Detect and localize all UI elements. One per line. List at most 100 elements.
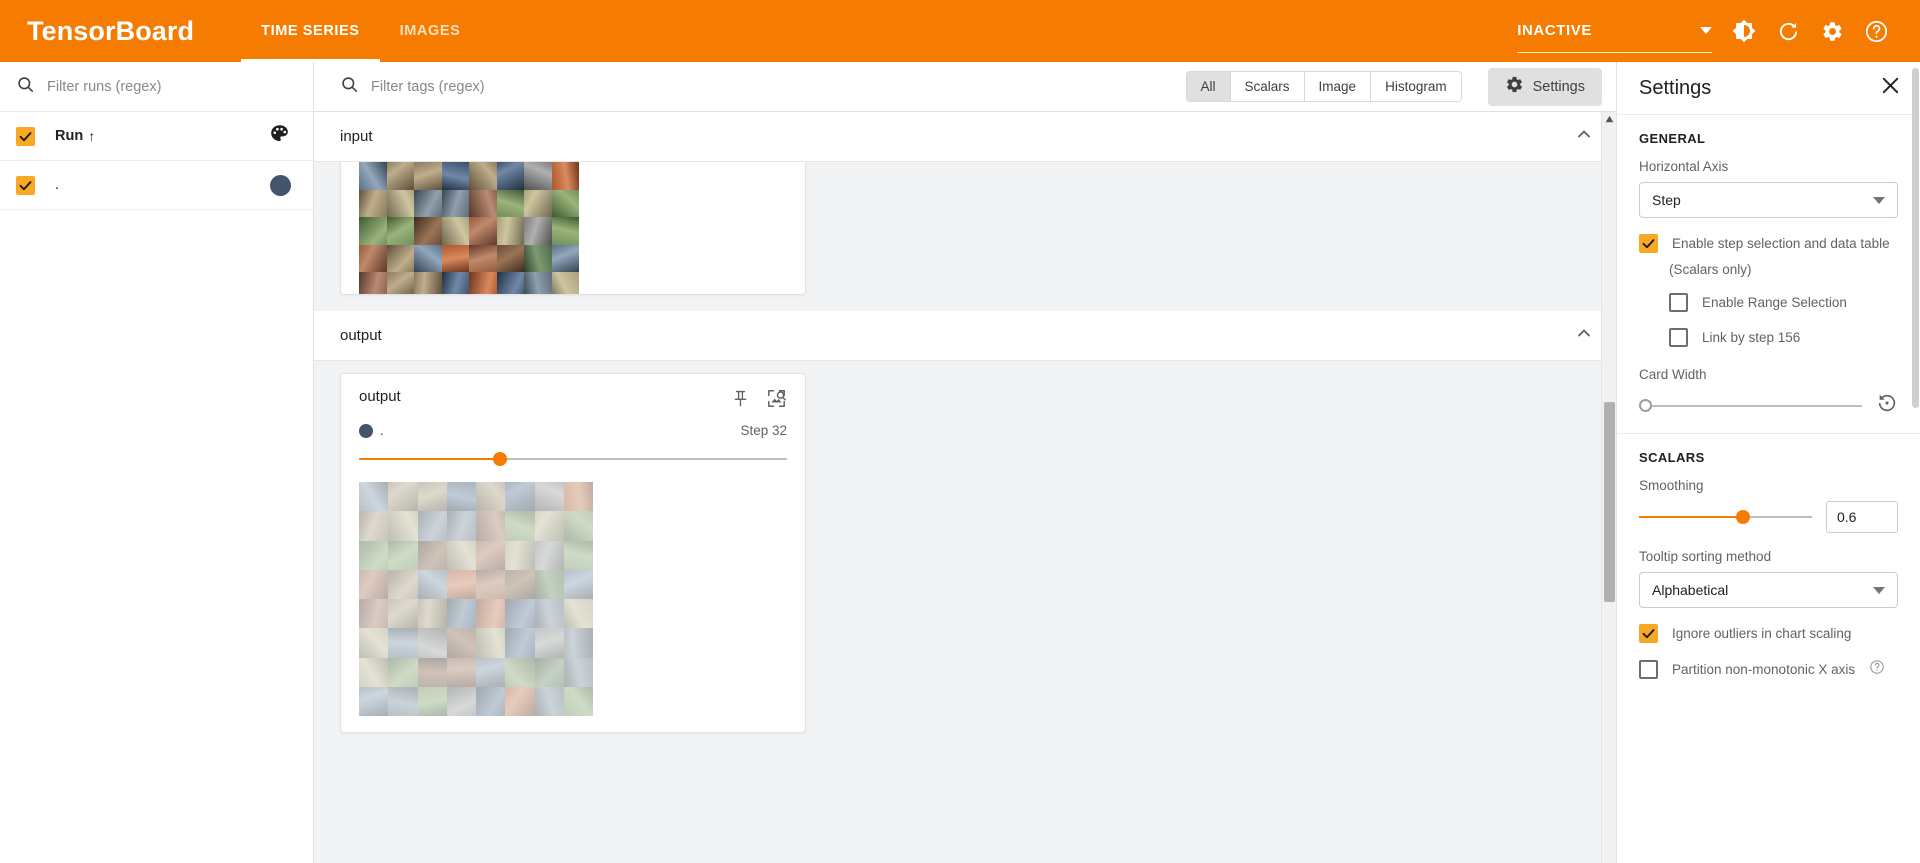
list-item[interactable]: . [0,161,313,210]
image-thumbnail [563,599,593,629]
settings-scrollbar-thumb[interactable] [1912,68,1919,408]
cards-scroll-area: input output output . Step 32 [314,112,1616,863]
link-by-step-row[interactable]: Link by step 156 [1669,328,1898,347]
card-width-slider[interactable] [1639,398,1862,413]
caret-down-icon[interactable] [1700,26,1712,34]
run-filter-placeholder[interactable]: Filter runs (regex) [47,79,161,95]
image-thumbnail [414,217,442,245]
run-color-dot [359,423,373,438]
image-thumbnail [414,272,442,294]
ignore-outliers-row[interactable]: Ignore outliers in chart scaling [1639,624,1898,643]
settings-button[interactable]: Settings [1487,67,1602,106]
output-image-grid[interactable] [359,482,593,716]
card-header: output [359,388,787,414]
image-thumbnail [524,272,552,294]
enable-step-selection-checkbox[interactable] [1639,234,1658,253]
toggle-all[interactable]: All [1186,72,1231,101]
chevron-up-icon[interactable] [1574,124,1594,149]
top-bar-actions: INACTIVE [1517,9,1920,53]
group-header-output[interactable]: output [314,311,1616,360]
chevron-down-icon [1873,586,1885,594]
top-app-bar: TensorBoard TIME SERIES IMAGES INACTIVE [0,0,1920,62]
image-thumbnail [496,244,524,272]
main-scrollbar[interactable] [1601,112,1616,863]
image-thumbnail [417,628,447,658]
image-thumbnail [417,540,447,570]
card-run-name: . [380,423,384,438]
close-icon[interactable] [1879,74,1902,102]
settings-panel: Settings GENERAL Horizontal Axis Step En… [1616,62,1920,863]
color-palette-icon[interactable] [269,123,290,149]
restore-icon[interactable] [1876,392,1898,419]
image-thumbnail [388,628,418,658]
image-thumbnail [359,272,387,294]
pin-icon[interactable] [731,389,750,413]
settings-gear-icon [1505,75,1524,98]
image-thumbnail [551,272,579,294]
tooltip-sort-select[interactable]: Alphabetical [1639,572,1898,608]
smoothing-row: 0.6 [1639,501,1898,533]
image-thumbnail [505,569,535,599]
settings-scrollbar[interactable] [1911,62,1920,863]
group-header-input[interactable]: input [314,112,1616,161]
tab-time-series[interactable]: TIME SERIES [241,0,381,62]
toggle-histogram[interactable]: Histogram [1371,72,1461,101]
help-icon[interactable] [1854,9,1898,53]
tensorboard-app: TensorBoard TIME SERIES IMAGES INACTIVE [0,0,1920,863]
image-thumbnail [469,189,497,217]
help-circle-icon[interactable] [1869,659,1885,680]
toggle-image[interactable]: Image [1304,72,1372,101]
run-column-header[interactable]: Run ↑ [55,128,95,144]
tab-images[interactable]: IMAGES [380,0,481,62]
search-icon [16,75,35,99]
input-image-grid[interactable] [359,162,579,294]
image-thumbnail [417,482,447,512]
reload-status[interactable]: INACTIVE [1517,22,1712,53]
refresh-icon[interactable] [1766,9,1810,53]
image-thumbnail [476,540,506,570]
image-thumbnail [476,569,506,599]
image-thumbnail [505,540,535,570]
partition-x-axis-checkbox[interactable] [1639,660,1658,679]
settings-gear-icon[interactable] [1810,9,1854,53]
scroll-up-arrow-icon[interactable] [1602,112,1616,127]
tag-toolbar: Filter tags (regex) All Scalars Image Hi… [314,62,1616,112]
select-all-runs-checkbox[interactable] [16,126,35,146]
run-checkbox[interactable] [16,175,35,195]
smoothing-input[interactable]: 0.6 [1826,501,1898,533]
image-thumbnail [414,189,442,217]
smoothing-thumb[interactable] [1735,510,1750,524]
image-card-input [340,162,806,295]
toggle-scalars[interactable]: Scalars [1230,72,1305,101]
link-by-step-checkbox[interactable] [1669,328,1688,347]
ignore-outliers-checkbox[interactable] [1639,624,1658,643]
image-thumbnail [359,686,389,716]
brightness-icon[interactable] [1722,9,1766,53]
partition-x-axis-row[interactable]: Partition non-monotonic X axis [1639,659,1898,680]
smoothing-slider[interactable] [1639,510,1812,524]
step-slider-thumb[interactable] [493,452,508,466]
card-run: . [359,423,384,438]
settings-panel-title: Settings [1639,76,1712,99]
enable-range-selection-row[interactable]: Enable Range Selection [1669,293,1898,312]
run-name: . [55,177,60,193]
card-width-thumb[interactable] [1639,398,1652,412]
chevron-up-icon[interactable] [1574,323,1594,348]
enable-step-selection-row[interactable]: Enable step selection and data table [1639,234,1898,253]
image-thumbnail [534,657,564,687]
run-color-dot[interactable] [270,174,291,196]
image-thumbnail [563,511,593,541]
step-slider[interactable] [359,452,787,466]
horizontal-axis-select[interactable]: Step [1639,182,1898,218]
image-search-icon[interactable] [766,388,787,414]
image-thumbnail [524,217,552,245]
image-thumbnail [551,162,579,190]
tag-filter-placeholder[interactable]: Filter tags (regex) [371,79,485,95]
image-thumbnail [446,482,476,512]
enable-range-selection-checkbox[interactable] [1669,293,1688,312]
main-scrollbar-thumb[interactable] [1604,402,1615,602]
run-table-header: Run ↑ [0,112,313,161]
run-filter-row[interactable]: Filter runs (regex) [0,62,313,112]
group-body-output: output . Step 32 [314,361,1616,747]
image-thumbnail [414,162,442,190]
